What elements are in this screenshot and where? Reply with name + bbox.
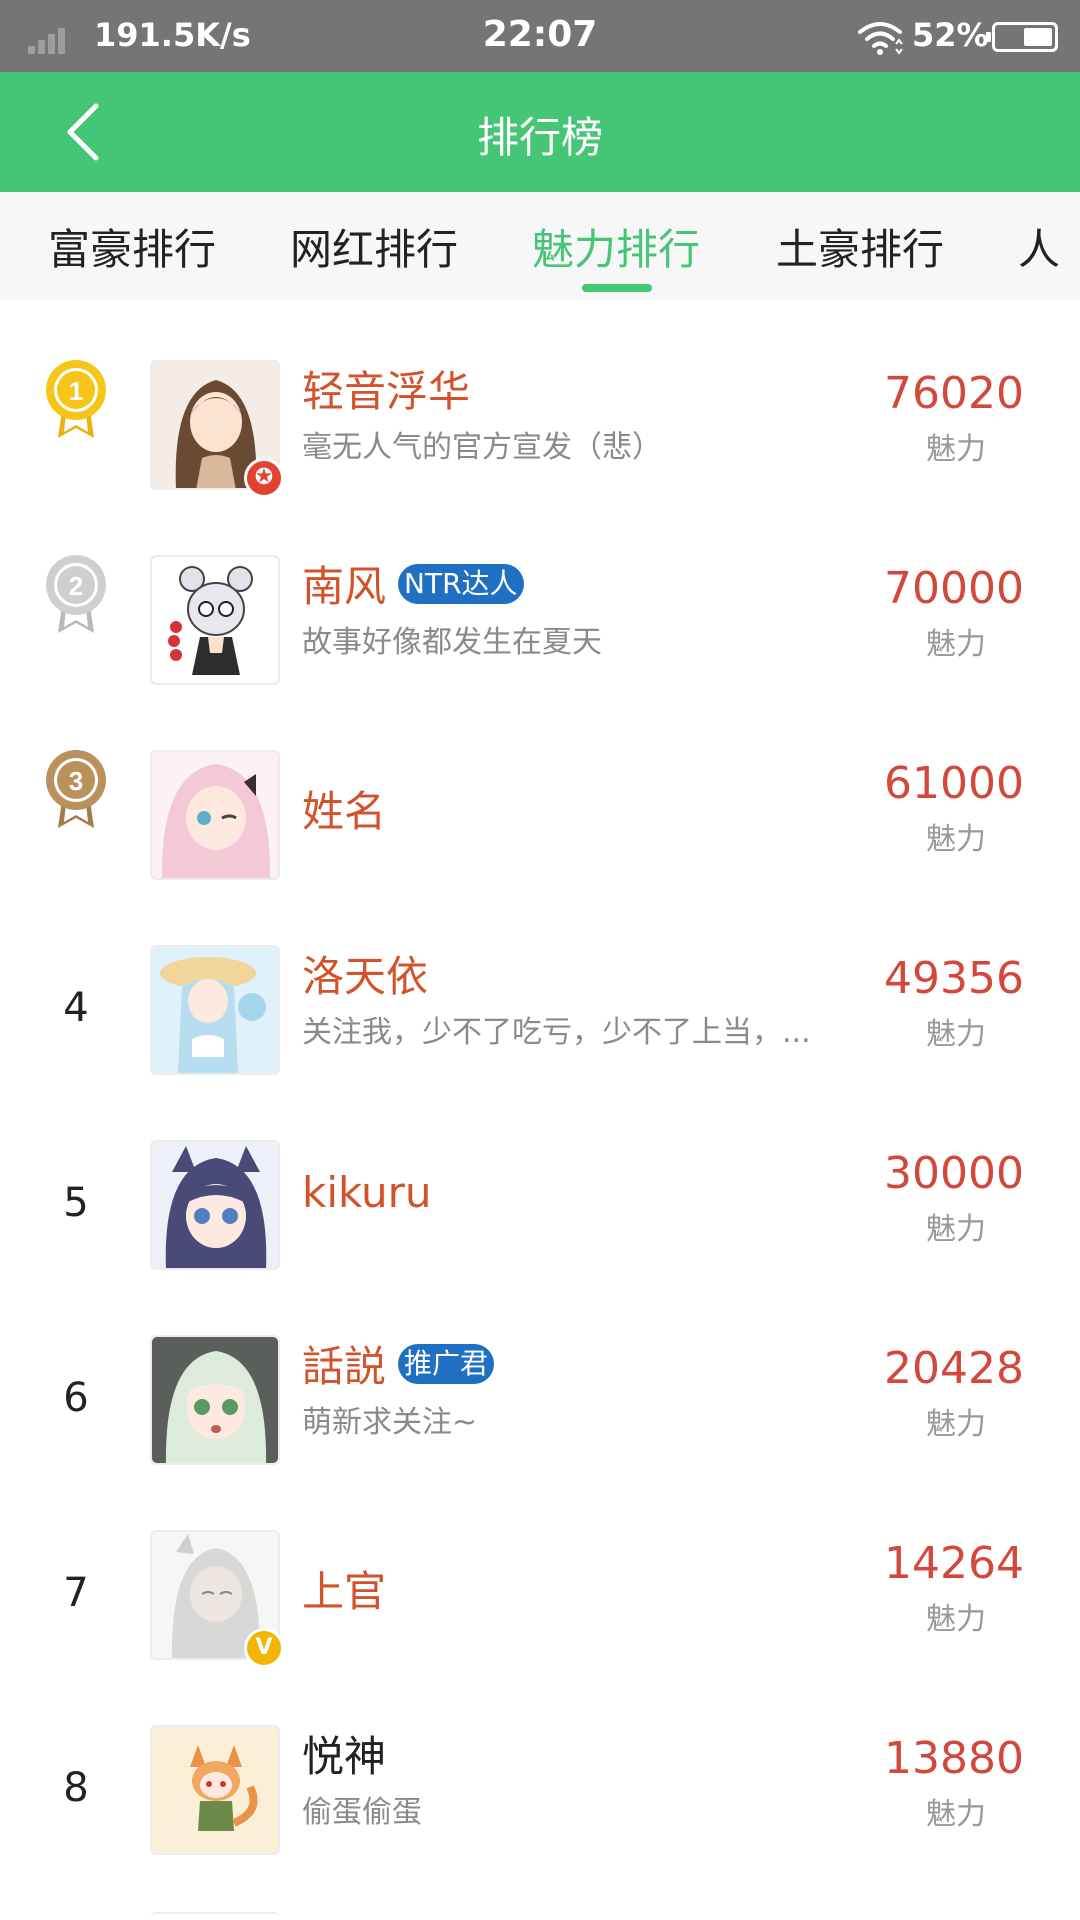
charm-unit: 魅力 bbox=[926, 1212, 986, 1247]
name-line: kikuru bbox=[302, 1168, 432, 1217]
list-item[interactable]: 4 洛天依 关注我，少不了吃亏，少不了上当，... 49356 魅力 bbox=[0, 885, 1080, 1080]
tab-more[interactable]: 人 bbox=[1018, 216, 1060, 277]
user-name[interactable]: 話説 bbox=[302, 1333, 386, 1394]
avatar[interactable] bbox=[150, 555, 280, 685]
medal-rank: 1 bbox=[69, 376, 83, 406]
list-item[interactable]: 5 kikuru 30000 魅力 bbox=[0, 1080, 1080, 1275]
gold-medal-icon: 1 bbox=[46, 360, 106, 438]
avatar[interactable]: ✪ bbox=[150, 360, 284, 498]
name-line: 南风 NTR达人 bbox=[302, 553, 524, 614]
tab-tycoon-ranking[interactable]: 土豪排行 bbox=[776, 216, 944, 277]
charm-unit: 魅力 bbox=[926, 432, 986, 467]
next-avatar-edge bbox=[150, 1912, 280, 1920]
avatar[interactable] bbox=[150, 1335, 280, 1465]
tab-influencer-ranking[interactable]: 网红排行 bbox=[290, 216, 458, 277]
charm-score: 49356 bbox=[884, 953, 1024, 1004]
user-name[interactable]: 轻音浮华 bbox=[302, 358, 470, 419]
user-bio: 故事好像都发生在夏天 bbox=[302, 625, 602, 660]
avatar[interactable] bbox=[150, 945, 280, 1075]
charm-unit: 魅力 bbox=[926, 1602, 986, 1637]
rank-number: 8 bbox=[63, 1765, 89, 1811]
rank-number: 5 bbox=[63, 1180, 89, 1226]
name-line: 洛天依 bbox=[302, 943, 428, 1004]
user-bio: 关注我，少不了吃亏，少不了上当，... bbox=[302, 1015, 811, 1050]
avatar[interactable] bbox=[150, 1725, 280, 1855]
user-name[interactable]: 悦神 bbox=[302, 1723, 386, 1784]
silver-medal-icon: 2 bbox=[46, 555, 106, 633]
star-badge-icon: ✪ bbox=[244, 458, 284, 498]
battery-percent: 52% bbox=[912, 16, 989, 54]
rank-number: 4 bbox=[63, 985, 89, 1031]
user-bio: 毫无人气的官方宣发（悲） bbox=[302, 430, 662, 465]
user-bio: 偷蛋偷蛋 bbox=[302, 1795, 422, 1830]
charm-score: 14264 bbox=[884, 1538, 1024, 1589]
charm-score: 20428 bbox=[884, 1343, 1024, 1394]
list-item[interactable]: 3 姓名 61000 魅力 bbox=[0, 690, 1080, 885]
charm-unit: 魅力 bbox=[926, 627, 986, 662]
title-tag: NTR达人 bbox=[398, 563, 524, 604]
name-line: 轻音浮华 bbox=[302, 358, 470, 419]
tab-rich-ranking[interactable]: 富豪排行 bbox=[48, 216, 216, 277]
charm-score: 76020 bbox=[884, 368, 1024, 419]
charm-score: 61000 bbox=[884, 758, 1024, 809]
name-line: 悦神 bbox=[302, 1723, 386, 1784]
rank-number: 6 bbox=[63, 1375, 89, 1421]
category-tabs: 富豪排行 网红排行 魅力排行 土豪排行 人 bbox=[0, 192, 1080, 300]
avatar[interactable] bbox=[150, 750, 280, 880]
avatar[interactable] bbox=[150, 1140, 280, 1270]
page-title: 排行榜 bbox=[476, 113, 603, 162]
name-line: 話説 推广君 bbox=[302, 1333, 495, 1394]
charm-score: 30000 bbox=[884, 1148, 1024, 1199]
battery-level bbox=[1024, 28, 1052, 46]
wifi-icon bbox=[858, 22, 903, 55]
user-name[interactable]: 洛天依 bbox=[302, 943, 428, 1004]
name-line: 上官 bbox=[302, 1558, 386, 1619]
charm-unit: 魅力 bbox=[926, 1407, 986, 1442]
charm-unit: 魅力 bbox=[926, 1797, 986, 1832]
user-bio: 萌新求关注~ bbox=[302, 1405, 478, 1440]
list-item[interactable]: 2 南风 NTR达人 故事好像都发生在夏天 70000 魅力 bbox=[0, 495, 1080, 690]
tab-charm-ranking[interactable]: 魅力排行 bbox=[532, 216, 700, 277]
name-line: 姓名 bbox=[302, 778, 386, 839]
active-tab-indicator bbox=[582, 284, 652, 292]
bronze-medal-icon: 3 bbox=[46, 750, 106, 828]
user-name[interactable]: kikuru bbox=[302, 1168, 432, 1217]
battery-icon bbox=[986, 22, 1058, 52]
user-name[interactable]: 上官 bbox=[302, 1558, 386, 1619]
avatar[interactable]: V bbox=[150, 1530, 284, 1668]
user-name[interactable]: 姓名 bbox=[302, 778, 386, 839]
list-item[interactable]: 1 ✪ 轻音浮华 毫无人气的官方宣发（悲） 76020 魅力 bbox=[0, 300, 1080, 498]
medal-rank: 3 bbox=[69, 766, 83, 796]
list-item[interactable]: 8 悦神 偷蛋偷蛋 13880 魅力 bbox=[0, 1665, 1080, 1860]
charm-unit: 魅力 bbox=[926, 822, 986, 857]
status-bar: 191.5K/s 22:07 52% bbox=[0, 0, 1080, 72]
app-bar: 排行榜 bbox=[0, 72, 1080, 192]
title-tag: 推广君 bbox=[398, 1343, 495, 1384]
charm-score: 70000 bbox=[884, 563, 1024, 614]
list-item[interactable]: 6 話説 推广君 萌新求关注~ 20428 魅力 bbox=[0, 1275, 1080, 1470]
list-item[interactable]: 7 V 上官 14264 魅力 bbox=[0, 1470, 1080, 1668]
charm-score: 13880 bbox=[884, 1733, 1024, 1784]
charm-unit: 魅力 bbox=[926, 1017, 986, 1052]
medal-rank: 2 bbox=[69, 571, 83, 601]
rank-number: 7 bbox=[63, 1570, 89, 1616]
v-badge-icon: V bbox=[244, 1628, 284, 1668]
user-name[interactable]: 南风 bbox=[302, 553, 386, 614]
